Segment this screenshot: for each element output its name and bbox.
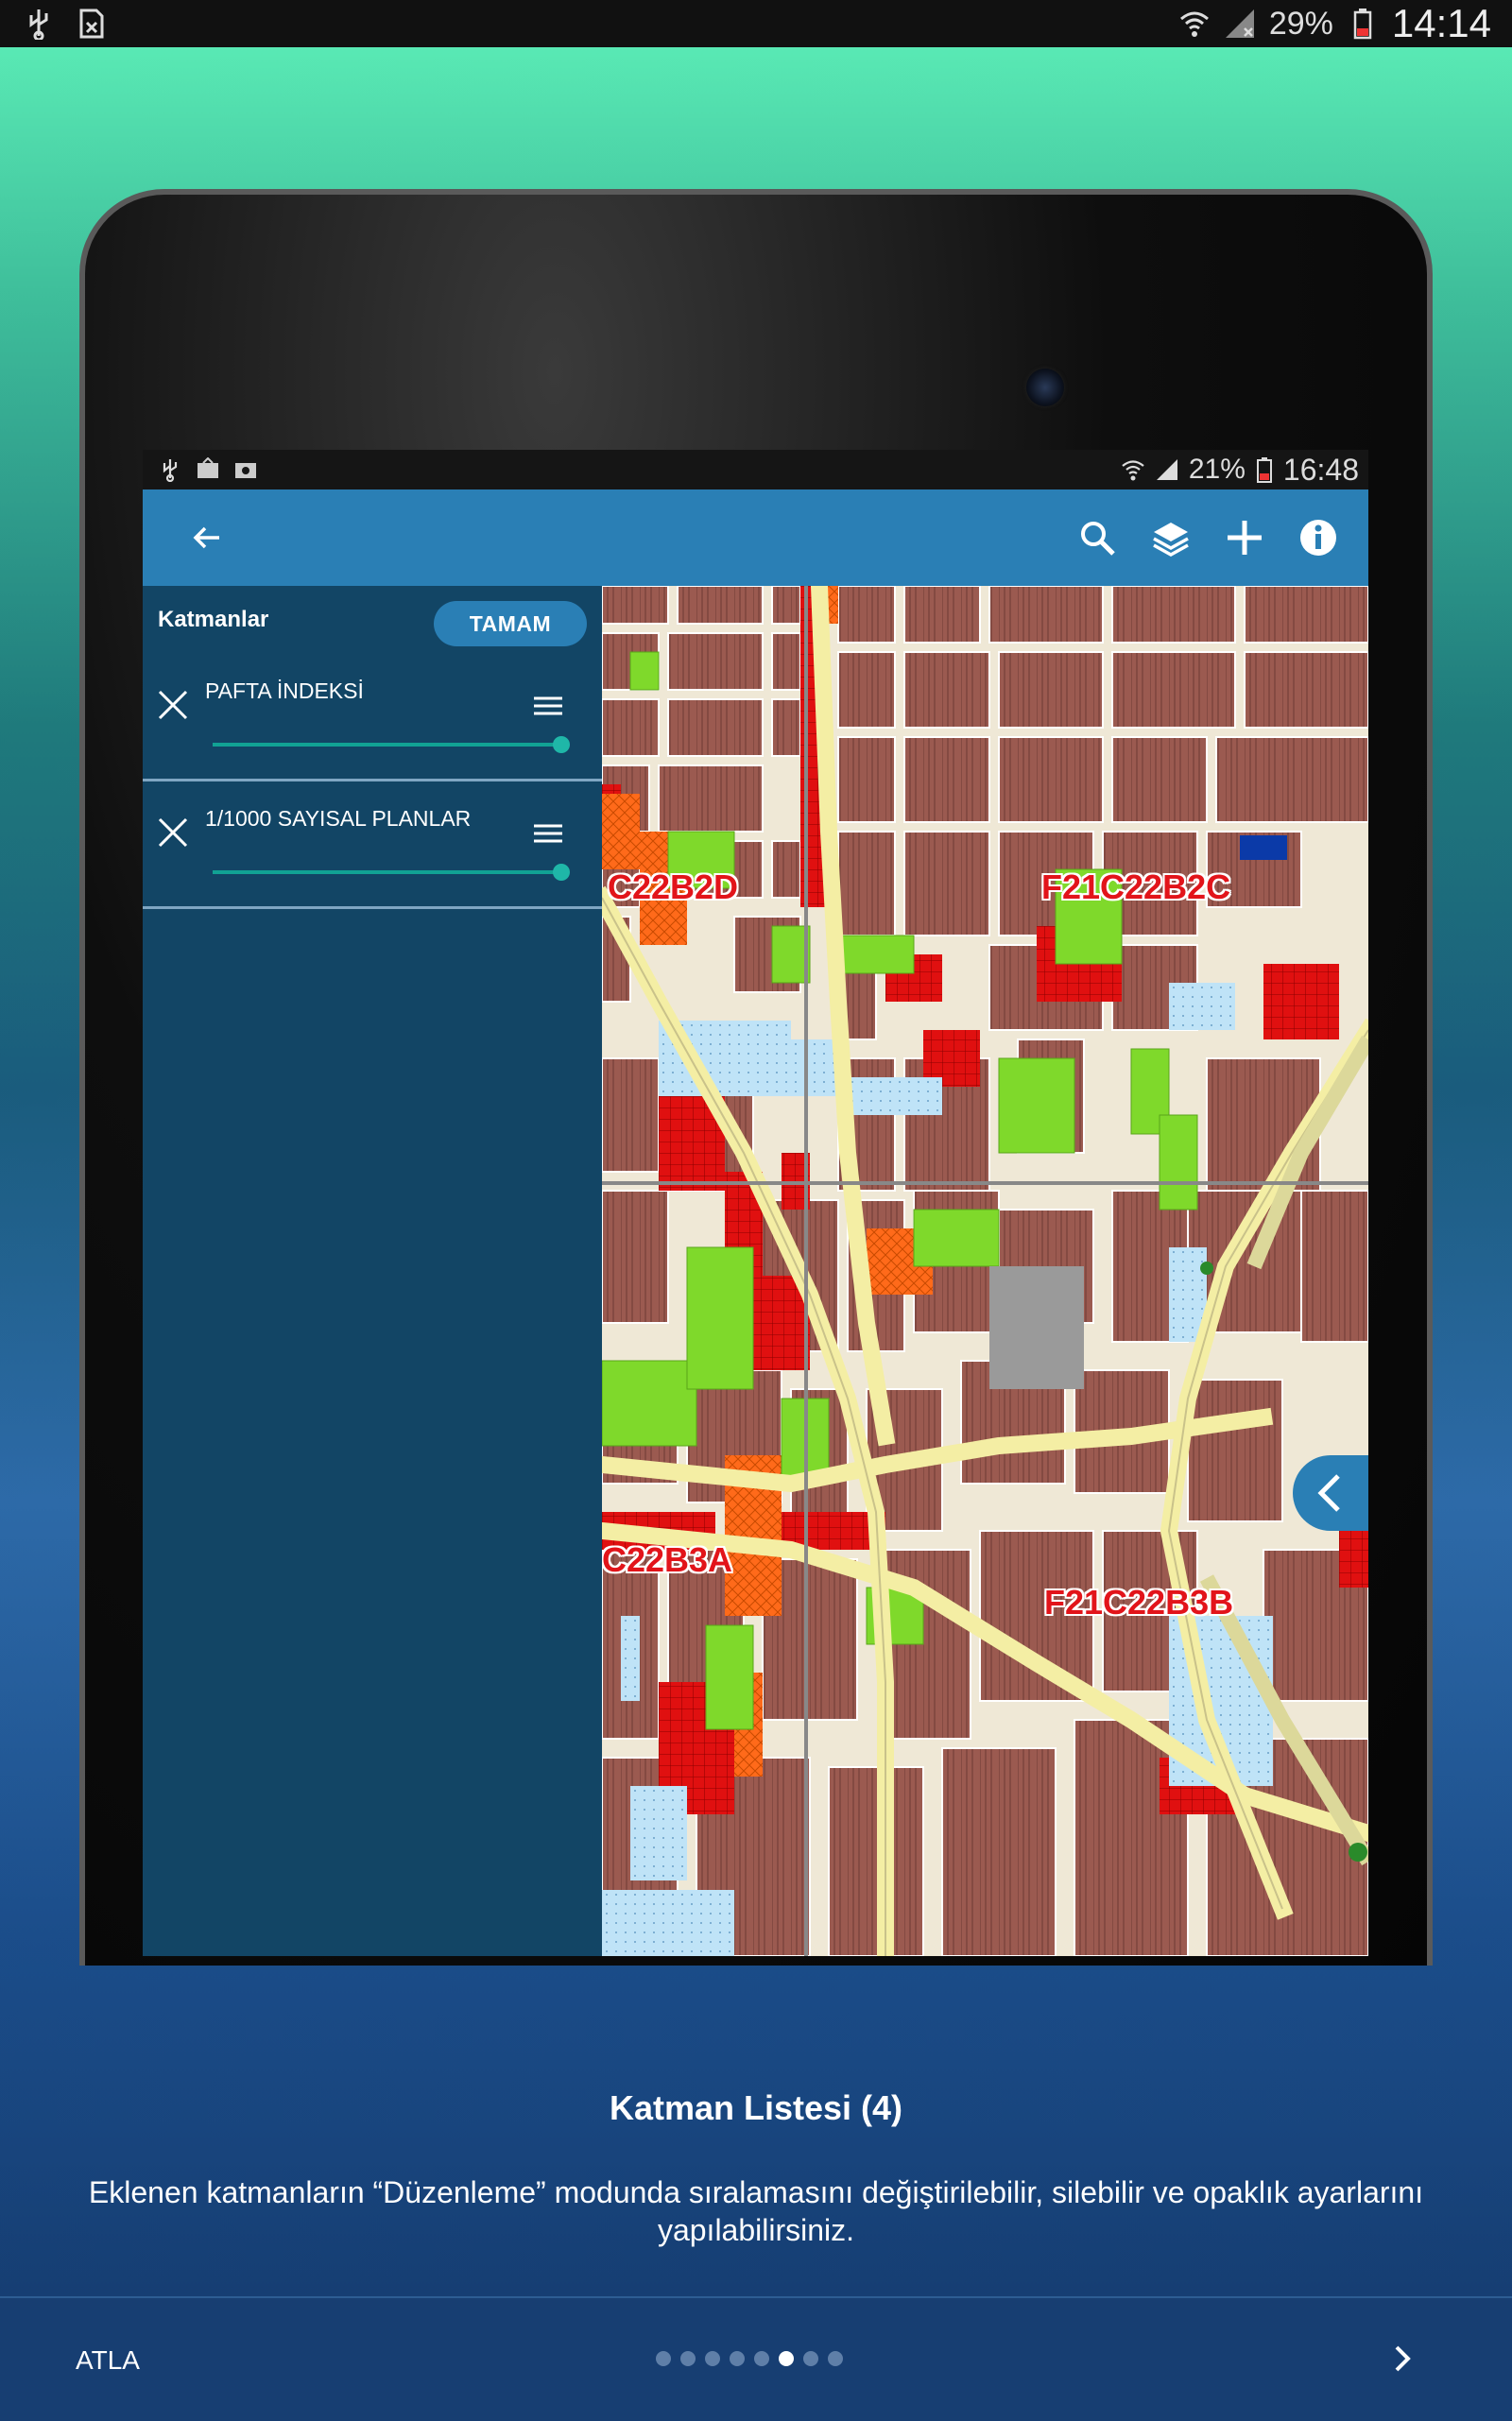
search-button[interactable] <box>1074 514 1121 561</box>
battery-percent: 29% <box>1268 5 1333 42</box>
sheet-label: C22B2D <box>608 867 739 906</box>
done-button[interactable]: TAMAM <box>434 601 587 646</box>
status-bar: 29% 14:14 <box>0 0 1512 47</box>
drag-handle-icon[interactable] <box>532 694 564 718</box>
sheet-label: F21C22B3B <box>1044 1583 1234 1622</box>
chevron-left-icon <box>1317 1474 1340 1512</box>
inner-battery-percent: 21% <box>1188 454 1246 485</box>
onboarding-title: Katman Listesi (4) <box>609 2088 903 2127</box>
battery-icon <box>1256 457 1272 483</box>
add-icon <box>1228 521 1262 555</box>
page-indicator <box>656 2351 843 2366</box>
zoning-map <box>602 586 1368 1956</box>
info-icon <box>1300 520 1336 556</box>
clock: 14:14 <box>1391 1 1491 45</box>
add-button[interactable] <box>1221 514 1268 561</box>
search-icon <box>1081 522 1115 556</box>
layers-panel: Katmanlar TAMAM PAFTA İNDEKSİ 1/1000 SAY… <box>143 586 602 1956</box>
sheet-label: F21C22B2C <box>1041 867 1231 906</box>
layer-item: PAFTA İNDEKSİ <box>143 652 602 781</box>
app-bar <box>143 489 1368 586</box>
info-button[interactable] <box>1295 514 1342 561</box>
notification-icon <box>198 457 218 478</box>
tablet-camera <box>1026 369 1064 406</box>
layer-name: PAFTA İNDEKSİ <box>205 678 364 703</box>
page-dot-active[interactable] <box>779 2351 794 2366</box>
drag-handle-icon[interactable] <box>532 821 564 846</box>
notification-icon <box>235 463 256 478</box>
map-view[interactable]: C22B2D F21C22B2C C22B3A F21C22B3B <box>602 586 1368 1956</box>
page-dot[interactable] <box>754 2351 769 2366</box>
remove-layer-icon[interactable] <box>156 816 190 850</box>
next-chevron-icon[interactable] <box>1382 2338 1423 2379</box>
inner-status-bar: 21% 16:48 <box>143 450 1368 489</box>
no-sim-icon <box>79 9 104 39</box>
opacity-slider[interactable] <box>213 736 570 753</box>
usb-icon <box>163 459 178 482</box>
tablet-screen: 21% 16:48 Katmanlar TAMAM PAFTA İNDEKSİ … <box>143 450 1368 1956</box>
battery-icon <box>1353 9 1372 40</box>
layer-name: 1/1000 SAYISAL PLANLAR <box>205 806 472 831</box>
onboarding-description: Eklenen katmanların “Düzenleme” modunda … <box>88 2175 1424 2247</box>
panel-toggle-button[interactable] <box>1293 1455 1368 1531</box>
page-dot[interactable] <box>803 2351 818 2366</box>
skip-button[interactable]: ATLA <box>76 2345 140 2376</box>
back-button[interactable] <box>179 509 235 566</box>
page-dot[interactable] <box>730 2351 745 2366</box>
page-dot[interactable] <box>828 2351 843 2366</box>
sheet-label: C22B3A <box>602 1540 733 1579</box>
inner-clock: 16:48 <box>1282 452 1359 487</box>
opacity-slider[interactable] <box>213 864 570 881</box>
usb-icon <box>29 9 48 40</box>
back-arrow-icon <box>193 526 219 549</box>
page-dot[interactable] <box>656 2351 671 2366</box>
signal-icon <box>1156 459 1177 480</box>
wifi-icon <box>1122 460 1144 481</box>
remove-layer-icon[interactable] <box>156 688 190 722</box>
opacity-slider-knob[interactable] <box>553 864 570 881</box>
bottom-navigation: ATLA <box>0 2296 1512 2421</box>
page-dot[interactable] <box>680 2351 696 2366</box>
signal-icon <box>1225 9 1254 38</box>
wifi-icon <box>1179 11 1209 37</box>
layer-item: 1/1000 SAYISAL PLANLAR <box>143 780 602 909</box>
opacity-slider-knob[interactable] <box>553 736 570 753</box>
layers-icon <box>1153 523 1189 558</box>
panel-title: Katmanlar <box>158 607 269 632</box>
layers-button[interactable] <box>1147 514 1194 561</box>
page-dot[interactable] <box>705 2351 720 2366</box>
